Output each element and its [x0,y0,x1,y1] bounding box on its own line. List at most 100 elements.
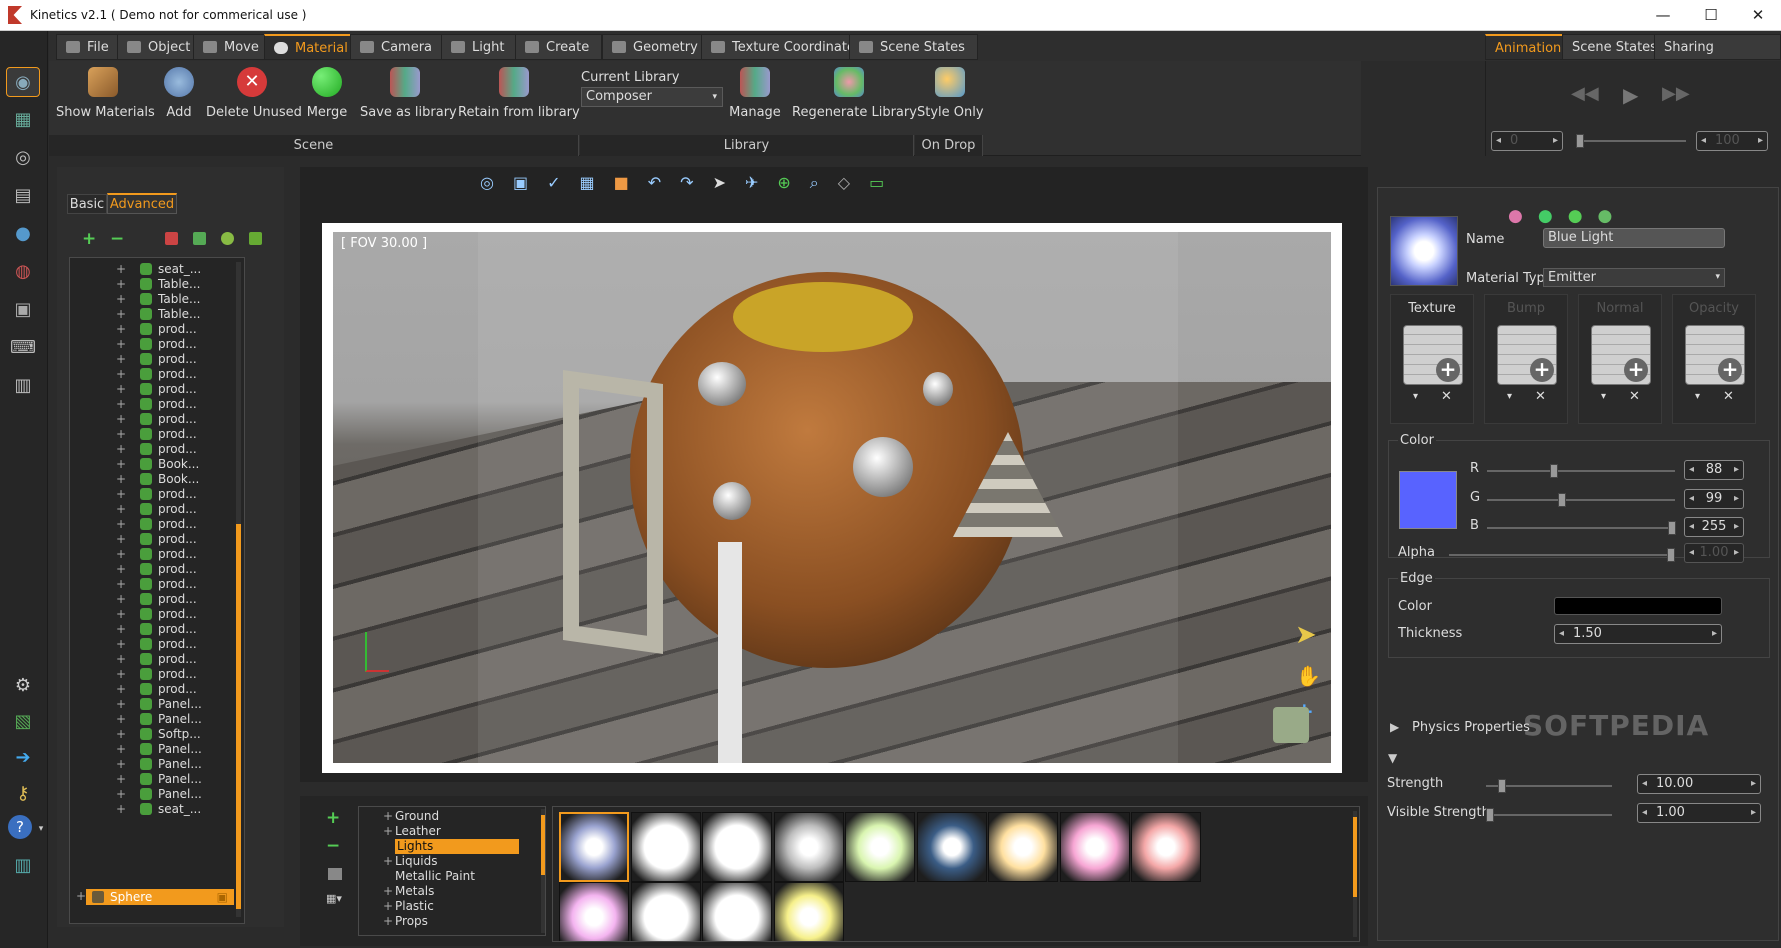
library-item[interactable]: Lights [359,839,519,854]
library-item[interactable]: + Plastic [359,899,519,914]
play-icon[interactable]: ▶ [1623,83,1643,107]
slider-handle[interactable] [1558,493,1566,507]
expand-icon[interactable]: + [116,592,126,607]
clear-slot-icon[interactable]: ✕ [1441,389,1452,404]
3d-scene[interactable]: [ FOV 30.00 ] ➤ ✋ ✛ [333,232,1331,763]
calculator-tool-icon[interactable]: ▥ [6,371,40,401]
slot-dropdown-icon[interactable]: ▾ [1413,391,1418,402]
render-tool-icon[interactable]: ▣ [6,295,40,325]
tab-camera[interactable]: Camera [350,34,446,60]
expand-icon[interactable]: + [383,884,393,899]
material-name-input[interactable]: Blue Light [1543,228,1725,248]
scene-tool-icon[interactable]: ◉ [6,67,40,97]
group-node-icon[interactable] [193,232,206,245]
visible-strength-slider[interactable] [1486,808,1612,822]
expand-icon[interactable]: + [116,667,126,682]
expand-icon[interactable]: + [116,772,126,787]
expand-icon[interactable]: + [76,889,86,903]
add-material-button[interactable]: Add [159,67,199,120]
slider-handle[interactable] [1576,134,1584,148]
expand-physics-icon[interactable]: ▶ [1390,720,1399,734]
expand-icon[interactable]: + [116,352,126,367]
material-thumbnail[interactable] [916,812,987,882]
expand-icon[interactable]: + [116,322,126,337]
expand-icon[interactable]: + [116,652,126,667]
add-opacity-icon[interactable] [1685,325,1745,385]
slider-handle[interactable] [1486,808,1494,822]
material-thumbnail[interactable] [702,882,772,941]
library-item[interactable]: + Ground [359,809,519,824]
sphere-preview-icon[interactable]: ● [1538,206,1568,226]
expand-icon[interactable]: + [116,382,126,397]
expand-icon[interactable]: + [116,397,126,412]
tab-object[interactable]: Object [117,34,204,60]
strength-slider[interactable] [1486,779,1612,793]
tab-create[interactable]: Create [515,34,603,60]
settings-gear-icon[interactable]: ⚙ [6,671,40,701]
slot-dropdown-icon[interactable]: ▾ [1601,391,1606,402]
expand-icon[interactable]: + [383,914,393,929]
regenerate-library-button[interactable]: Regenerate Library [792,67,917,120]
collapse-section-icon[interactable]: ▼ [1388,751,1397,765]
expand-icon[interactable]: + [383,854,393,869]
library-books-icon[interactable] [328,868,342,880]
red-slider[interactable] [1487,464,1675,478]
remove-library-icon[interactable]: − [326,836,340,856]
clear-slot-icon[interactable]: ✕ [1723,389,1734,404]
material-thumbnail[interactable] [773,882,844,941]
expand-icon[interactable]: + [116,457,126,472]
expand-icon[interactable]: + [383,809,393,824]
add-normal-icon[interactable] [1591,325,1651,385]
texture-slot[interactable]: Texture ▾ ✕ [1390,294,1474,424]
slider-handle[interactable] [1498,779,1506,793]
material-thumbnail[interactable] [630,882,701,941]
tab-advanced[interactable]: Advanced [107,193,177,214]
duplicate-node-icon[interactable] [221,232,234,245]
scrollbar-thumb[interactable] [541,815,545,875]
display-mode-icon[interactable]: ▦ [580,173,614,192]
expand-icon[interactable]: + [116,547,126,562]
material-thumbnail[interactable] [773,812,844,882]
add-library-icon[interactable]: + [326,808,340,828]
red-value-input[interactable]: 88 [1684,460,1744,480]
material-thumbnail[interactable] [988,812,1058,882]
add-texture-icon[interactable] [1403,325,1463,385]
expand-icon[interactable]: + [116,337,126,352]
material-thumbnail[interactable] [559,882,629,941]
tab-geometry[interactable]: Geometry [602,34,711,60]
delete-unused-button[interactable]: ✕ Delete Unused [206,67,302,120]
alpha-value-input[interactable]: 1.00 [1684,543,1744,563]
library-tool-icon[interactable]: ▥ [6,851,40,881]
tab-basic[interactable]: Basic [67,194,107,214]
expand-icon[interactable]: + [116,307,126,322]
material-tool-icon[interactable]: ◍ [6,257,40,287]
visible-strength-input[interactable]: 1.00 [1637,803,1761,823]
normal-slot[interactable]: Normal ▾ ✕ [1578,294,1662,424]
slider-handle[interactable] [1550,464,1558,478]
slot-dropdown-icon[interactable]: ▾ [1507,391,1512,402]
orbit-icon[interactable]: ◎ [480,173,513,192]
material-thumbnail[interactable] [845,812,915,882]
alpha-slider[interactable] [1449,548,1675,562]
zoom-icon[interactable]: ⌕ [810,173,838,192]
close-button[interactable]: ✕ [1735,3,1781,27]
material-type-select[interactable]: Emitter ▾ [1543,268,1725,287]
expand-icon[interactable]: + [116,697,126,712]
tree-item-selected[interactable]: + Sphere ▣ [76,889,234,905]
box-icon[interactable]: ■ [614,173,648,192]
export-tool-icon[interactable]: ➔ [6,743,40,773]
material-thumbnail[interactable] [630,812,701,882]
tab-move[interactable]: Move [193,34,272,60]
remove-node-icon[interactable]: − [110,229,124,249]
manage-button[interactable]: Manage [729,67,781,120]
ungroup-node-icon[interactable] [249,232,262,245]
minimize-button[interactable]: — [1640,3,1686,27]
library-tree-scrollbar[interactable] [541,809,545,933]
expand-icon[interactable]: + [116,442,126,457]
expand-icon[interactable]: + [116,262,126,277]
edge-color-swatch[interactable] [1554,597,1722,615]
select-region-icon[interactable]: ▣ [513,173,547,192]
pan-hand-icon[interactable]: ✋ [1296,664,1321,688]
strength-input[interactable]: 10.00 [1637,774,1761,794]
blue-value-input[interactable]: 255 [1684,517,1744,537]
